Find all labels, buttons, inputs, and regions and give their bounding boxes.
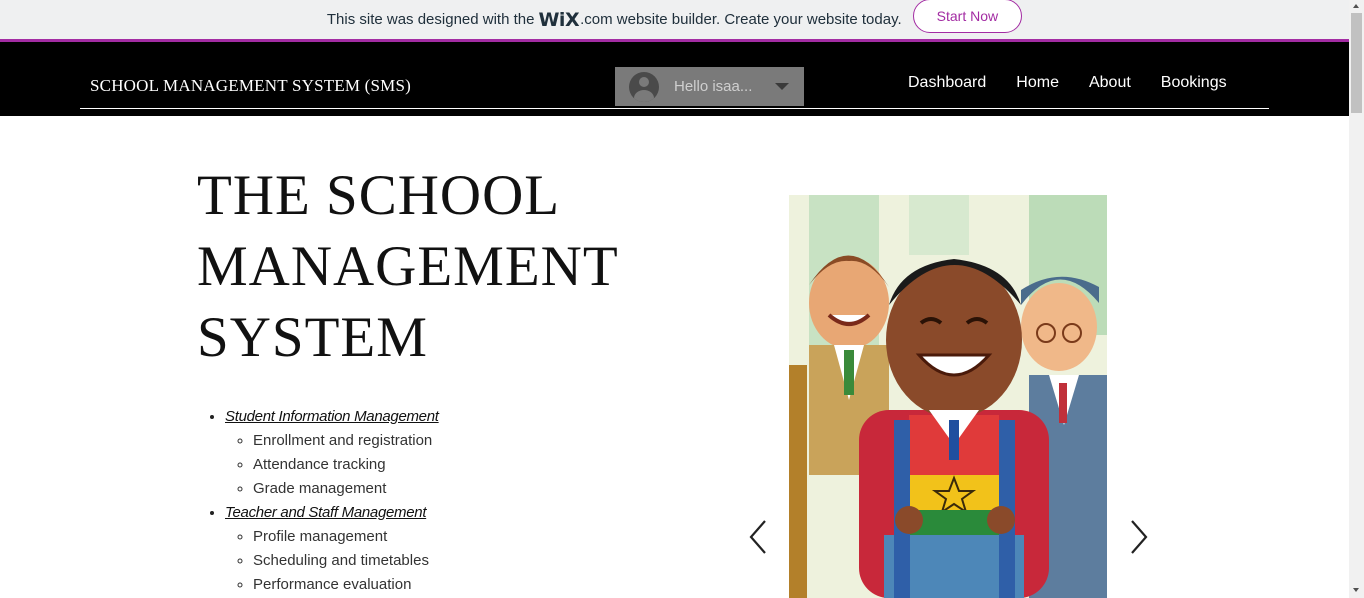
login-bar[interactable]: Hello isaa... [615, 67, 804, 106]
start-now-button[interactable]: Start Now [912, 0, 1023, 33]
list-item: Performance evaluation [253, 573, 439, 597]
avatar-body-shape [634, 89, 654, 102]
site-title[interactable]: SCHOOL MANAGEMENT SYSTEM (SMS) [90, 76, 411, 96]
gallery-next-button[interactable] [1128, 519, 1150, 555]
hero-title-line: THE SCHOOL [197, 164, 561, 227]
chevron-down-icon[interactable] [775, 83, 789, 90]
list-item: Scheduling and timetables [253, 549, 439, 573]
site-header: SCHOOL MANAGEMENT SYSTEM (SMS) Hello isa… [0, 42, 1349, 116]
scroll-down-icon[interactable] [1353, 588, 1359, 592]
gallery-prev-button[interactable] [747, 519, 769, 555]
page-scrollbar[interactable] [1349, 0, 1364, 598]
scroll-thumb[interactable] [1351, 13, 1362, 113]
chevron-right-icon [1131, 520, 1148, 554]
list-item: Grade management [253, 477, 439, 501]
feature-heading-student-info[interactable]: Student Information Management [225, 408, 439, 425]
main-nav: Dashboard Home About Bookings [908, 74, 1257, 92]
wix-promo-banner: This site was designed with the WiX .com… [0, 0, 1349, 42]
wix-banner-text-after: .com website builder. Create your websit… [580, 11, 902, 28]
list-item: Attendance tracking [253, 453, 439, 477]
nav-item-home[interactable]: Home [1016, 74, 1059, 92]
avatar[interactable] [629, 71, 659, 102]
hero-title-line: MANAGEMENT [197, 235, 619, 298]
feature-list: Student Information Management Enrollmen… [197, 405, 439, 597]
feature-group: Student Information Management Enrollmen… [225, 405, 439, 501]
gallery-slide-image[interactable] [789, 195, 1107, 598]
feature-heading-teacher-staff[interactable]: Teacher and Staff Management [225, 504, 426, 521]
wix-logo: WiX [538, 8, 580, 31]
hero-title: THE SCHOOL MANAGEMENT SYSTEM [197, 160, 619, 373]
cartoon-students-illustration [789, 195, 1107, 598]
avatar-head-shape [639, 76, 649, 87]
list-item: Enrollment and registration [253, 429, 439, 453]
chevron-left-icon [749, 520, 766, 554]
nav-item-bookings[interactable]: Bookings [1161, 74, 1227, 92]
nav-item-about[interactable]: About [1089, 74, 1131, 92]
hero-title-line: SYSTEM [197, 306, 428, 369]
feature-group: Teacher and Staff Management Profile man… [225, 501, 439, 597]
feature-sublist: Profile management Scheduling and timeta… [225, 525, 439, 597]
nav-item-dashboard[interactable]: Dashboard [908, 74, 986, 92]
header-divider [80, 108, 1269, 109]
login-greeting[interactable]: Hello isaa... [674, 78, 762, 95]
feature-sublist: Enrollment and registration Attendance t… [225, 429, 439, 501]
scroll-up-icon[interactable] [1353, 4, 1359, 8]
wix-banner-text: This site was designed with the WiX .com… [327, 9, 906, 31]
list-item: Profile management [253, 525, 439, 549]
wix-banner-text-before: This site was designed with the [326, 11, 535, 28]
